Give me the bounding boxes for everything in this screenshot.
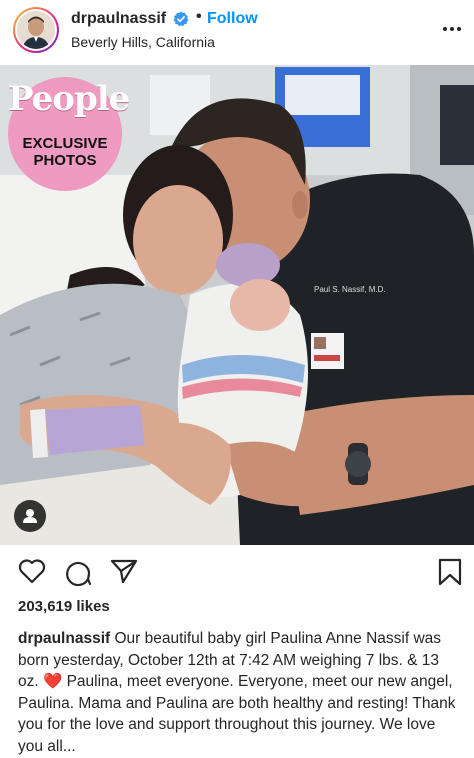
avatar-photo (17, 11, 55, 49)
avatar[interactable] (13, 7, 59, 53)
user-tag-icon (23, 509, 37, 523)
more-options-icon[interactable] (440, 22, 464, 36)
likes-count[interactable]: 203,619 likes (18, 598, 110, 615)
post-caption: drpaulnassif Our beautiful baby girl Pau… (18, 628, 464, 757)
separator-dot: • (196, 8, 202, 25)
scrubs-embroidery: Paul S. Nassif, M.D. (314, 285, 386, 294)
badge-text: EXCLUSIVE PHOTOS (22, 135, 108, 169)
heart-icon[interactable] (18, 558, 46, 584)
verified-icon (173, 11, 189, 27)
people-logo: People (8, 79, 130, 119)
caption-username[interactable]: drpaulnassif (18, 630, 110, 647)
bookmark-icon[interactable] (437, 558, 463, 586)
post-header: drpaulnassif • Follow Beverly Hills, Cal… (0, 0, 474, 62)
comment-icon[interactable] (64, 558, 92, 586)
share-icon[interactable] (110, 558, 138, 584)
user-tag-button[interactable] (14, 500, 46, 532)
post-actions (0, 555, 474, 595)
location-link[interactable]: Beverly Hills, California (71, 34, 215, 50)
follow-button[interactable]: Follow (207, 10, 258, 28)
post-photo[interactable]: Paul S. Nassif, M.D. People EXCLUSIVE PH… (0, 65, 474, 545)
people-exclusive-badge: People EXCLUSIVE PHOTOS (8, 77, 130, 191)
username[interactable]: drpaulnassif (71, 10, 166, 28)
caption-text: Our beautiful baby girl Paulina Anne Nas… (18, 630, 456, 755)
